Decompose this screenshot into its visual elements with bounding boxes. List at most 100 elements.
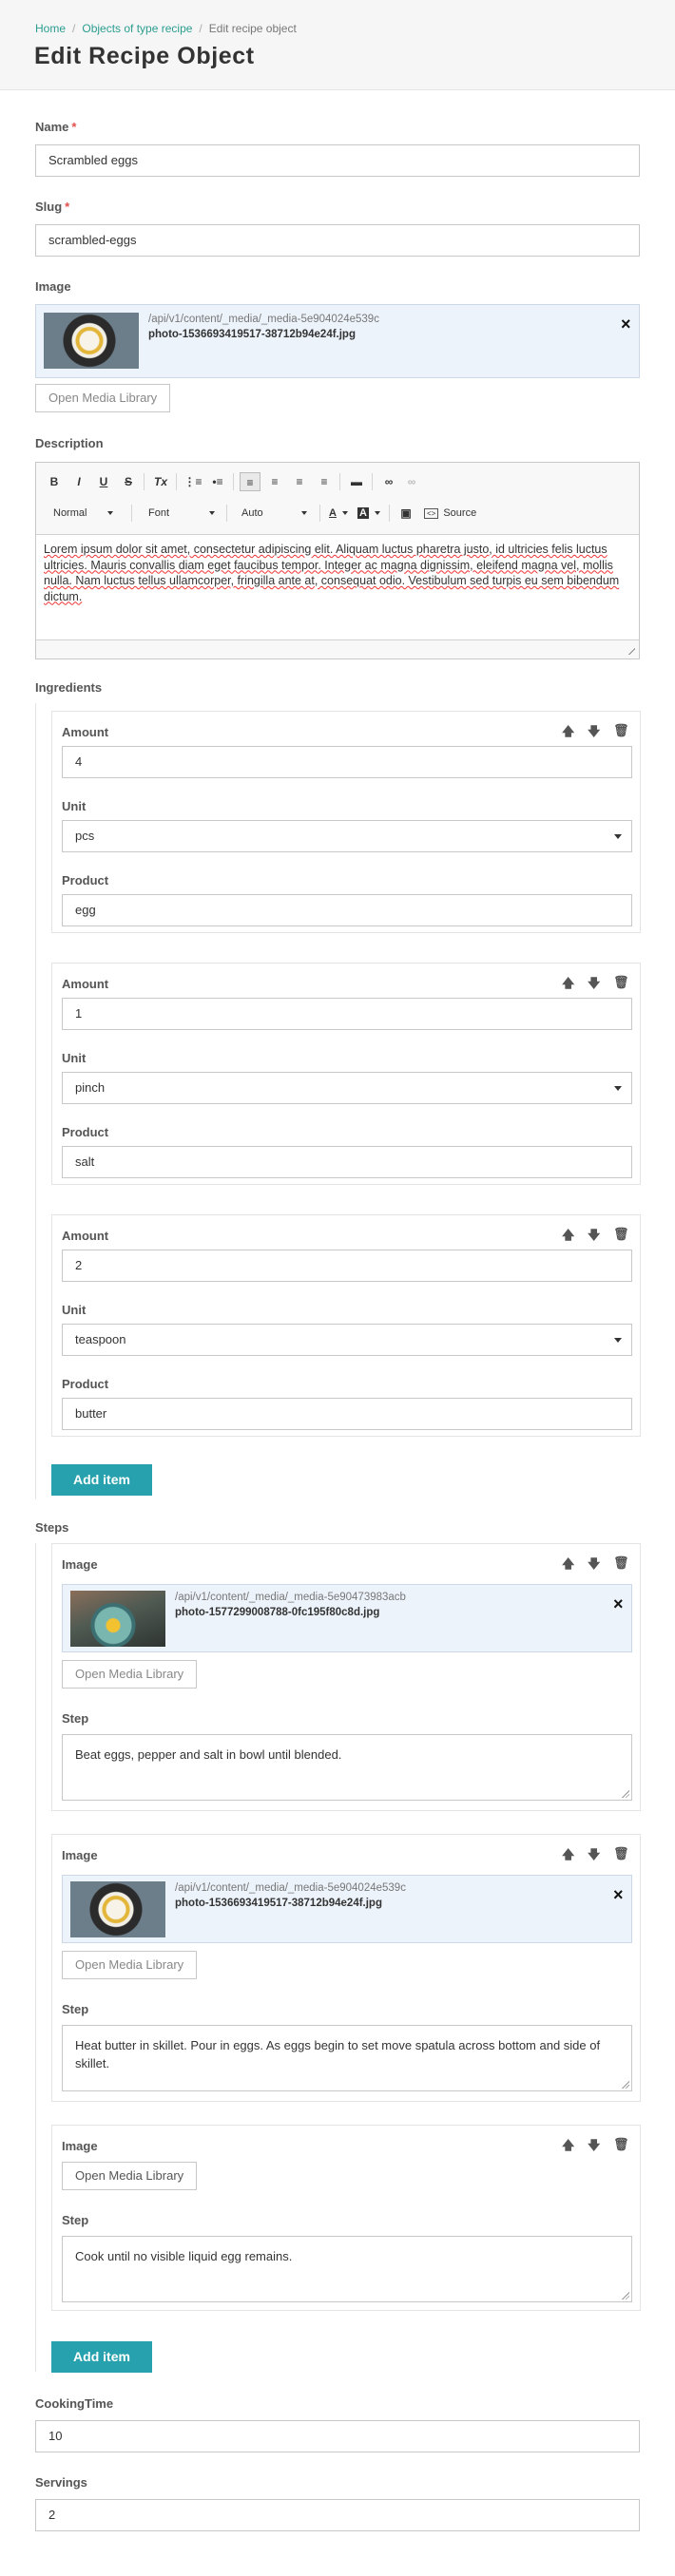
breadcrumb-section[interactable]: Objects of type recipe [82, 22, 192, 35]
arrow-down-icon[interactable]: 🡇 [588, 1555, 600, 1576]
image-filename: photo-1536693419517-38712b94e24f.jpg [148, 329, 356, 340]
close-icon[interactable]: × [621, 315, 631, 333]
step-text-label: Step [62, 1711, 89, 1726]
step-image-filename: photo-1536693419517-38712b94e24f.jpg [175, 1898, 382, 1909]
amount-input[interactable]: 1 [62, 998, 632, 1030]
align-justify-icon[interactable]: ≡ [314, 472, 335, 491]
arrow-down-icon[interactable]: 🡇 [588, 2137, 600, 2158]
step-image-thumbnail [70, 1881, 165, 1937]
numbered-list-icon[interactable]: ⋮≡ [183, 472, 203, 491]
toolbar-divider [319, 505, 320, 522]
ingredient-card: Amount 🡅 🡇 🗑 4 Unit pcs Product egg [51, 711, 641, 933]
arrow-down-icon[interactable]: 🡇 [588, 1227, 600, 1248]
step-text: Beat eggs, pepper and salt in bowl until… [75, 1747, 342, 1762]
amount-input[interactable]: 4 [62, 746, 632, 778]
text-color-button[interactable]: A [329, 504, 348, 523]
close-icon[interactable]: × [613, 1595, 624, 1612]
unit-label: Unit [62, 1303, 87, 1317]
format-select[interactable]: Normal [53, 504, 114, 523]
trash-icon[interactable]: 🗑 [613, 975, 629, 990]
resize-handle-icon[interactable] [621, 2291, 629, 2299]
step-card: Image 🡅 🡇 🗑 /api/v1/content/_media/_medi… [51, 1543, 641, 1811]
step-image-url: /api/v1/content/_media/_media-5e904024e5… [175, 1882, 406, 1894]
arrow-up-icon[interactable]: 🡅 [562, 2137, 574, 2158]
step-image-label: Image [62, 1848, 98, 1862]
image-icon[interactable]: ▣ [395, 504, 416, 523]
italic-button[interactable]: I [68, 472, 89, 491]
product-input[interactable]: salt [62, 1146, 632, 1178]
toolbar-divider [131, 505, 132, 522]
remove-format-button[interactable]: Tx [150, 472, 171, 491]
resize-handle-icon[interactable] [621, 2080, 629, 2089]
step-image-filename: photo-1577299008788-0fc195f80c8d.jpg [175, 1607, 380, 1618]
arrow-up-icon[interactable]: 🡅 [562, 723, 574, 744]
trash-icon[interactable]: 🗑 [613, 1555, 629, 1571]
unit-select[interactable]: pinch [62, 1072, 632, 1104]
page-title: Edit Recipe Object [34, 43, 255, 69]
source-button[interactable]: <> Source [424, 504, 476, 524]
description-text[interactable]: Lorem ipsum dolor sit amet, consectetur … [44, 542, 635, 604]
arrow-down-icon[interactable]: 🡇 [588, 975, 600, 996]
link-icon[interactable]: ∞ [378, 472, 399, 491]
unit-select[interactable]: teaspoon [62, 1324, 632, 1356]
resize-handle-icon[interactable] [621, 1789, 629, 1798]
product-input[interactable]: butter [62, 1398, 632, 1430]
breadcrumb-home[interactable]: Home [35, 22, 66, 35]
step-textarea[interactable]: Cook until no visible liquid egg remains… [62, 2236, 632, 2302]
resize-handle-icon[interactable] [627, 647, 635, 655]
add-step-button[interactable]: Add item [51, 2341, 152, 2373]
align-right-icon[interactable]: ≡ [289, 472, 310, 491]
font-select[interactable]: Font [148, 504, 216, 523]
ingredients-border [35, 703, 36, 1499]
trash-icon[interactable]: 🗑 [613, 1846, 629, 1861]
arrow-up-icon[interactable]: 🡅 [562, 1555, 574, 1576]
step-card: Image 🡅 🡇 🗑 Open Media Library Step Cook… [51, 2125, 641, 2311]
product-input[interactable]: egg [62, 894, 632, 926]
size-select[interactable]: Auto [241, 504, 307, 523]
align-left-icon[interactable]: ≡ [240, 472, 260, 491]
step-textarea[interactable]: Beat eggs, pepper and salt in bowl until… [62, 1734, 632, 1801]
horizontal-line-icon[interactable]: ▬ [346, 472, 367, 491]
servings-input[interactable]: 2 [35, 2499, 640, 2531]
servings-label: Servings [35, 2475, 87, 2490]
toolbar-divider [372, 473, 373, 490]
amount-label: Amount [62, 1229, 109, 1243]
product-label: Product [62, 873, 109, 887]
open-media-library-button[interactable]: Open Media Library [62, 1660, 198, 1689]
arrow-up-icon[interactable]: 🡅 [562, 1846, 574, 1867]
open-media-library-button[interactable]: Open Media Library [62, 2162, 198, 2190]
arrow-down-icon[interactable]: 🡇 [588, 723, 600, 744]
trash-icon[interactable]: 🗑 [613, 723, 629, 738]
amount-input[interactable]: 2 [62, 1250, 632, 1282]
chevron-down-icon [614, 1338, 622, 1343]
align-center-icon[interactable]: ≡ [264, 472, 285, 491]
unit-select[interactable]: pcs [62, 820, 632, 852]
step-textarea[interactable]: Heat butter in skillet. Pour in eggs. As… [62, 2025, 632, 2091]
toolbar-divider [233, 473, 234, 490]
name-input[interactable]: Scrambled eggs [35, 144, 640, 177]
background-color-button[interactable]: A [357, 504, 380, 523]
open-media-library-button[interactable]: Open Media Library [62, 1951, 198, 1979]
bold-button[interactable]: B [44, 472, 65, 491]
breadcrumb-separator: / [72, 22, 76, 35]
underline-button[interactable]: U [93, 472, 114, 491]
toolbar-divider [389, 505, 390, 522]
cookingtime-label: CookingTime [35, 2396, 114, 2411]
slug-input[interactable]: scrambled-eggs [35, 224, 640, 257]
strikethrough-button[interactable]: S [118, 472, 139, 491]
bulleted-list-icon[interactable]: •≡ [207, 472, 228, 491]
breadcrumb-current: Edit recipe object [208, 22, 297, 35]
cookingtime-input[interactable]: 10 [35, 2420, 640, 2452]
step-image-preview: /api/v1/content/_media/_media-5e90473983… [62, 1584, 632, 1652]
close-icon[interactable]: × [613, 1886, 624, 1903]
open-media-library-button[interactable]: Open Media Library [35, 384, 171, 412]
arrow-up-icon[interactable]: 🡅 [562, 1227, 574, 1248]
trash-icon[interactable]: 🗑 [613, 2137, 629, 2152]
trash-icon[interactable]: 🗑 [613, 1227, 629, 1242]
arrow-up-icon[interactable]: 🡅 [562, 975, 574, 996]
add-ingredient-button[interactable]: Add item [51, 1464, 152, 1496]
image-preview: /api/v1/content/_media/_media-5e904024e5… [35, 304, 640, 378]
step-text-label: Step [62, 2213, 89, 2227]
step-image-label: Image [62, 2139, 98, 2153]
arrow-down-icon[interactable]: 🡇 [588, 1846, 600, 1867]
